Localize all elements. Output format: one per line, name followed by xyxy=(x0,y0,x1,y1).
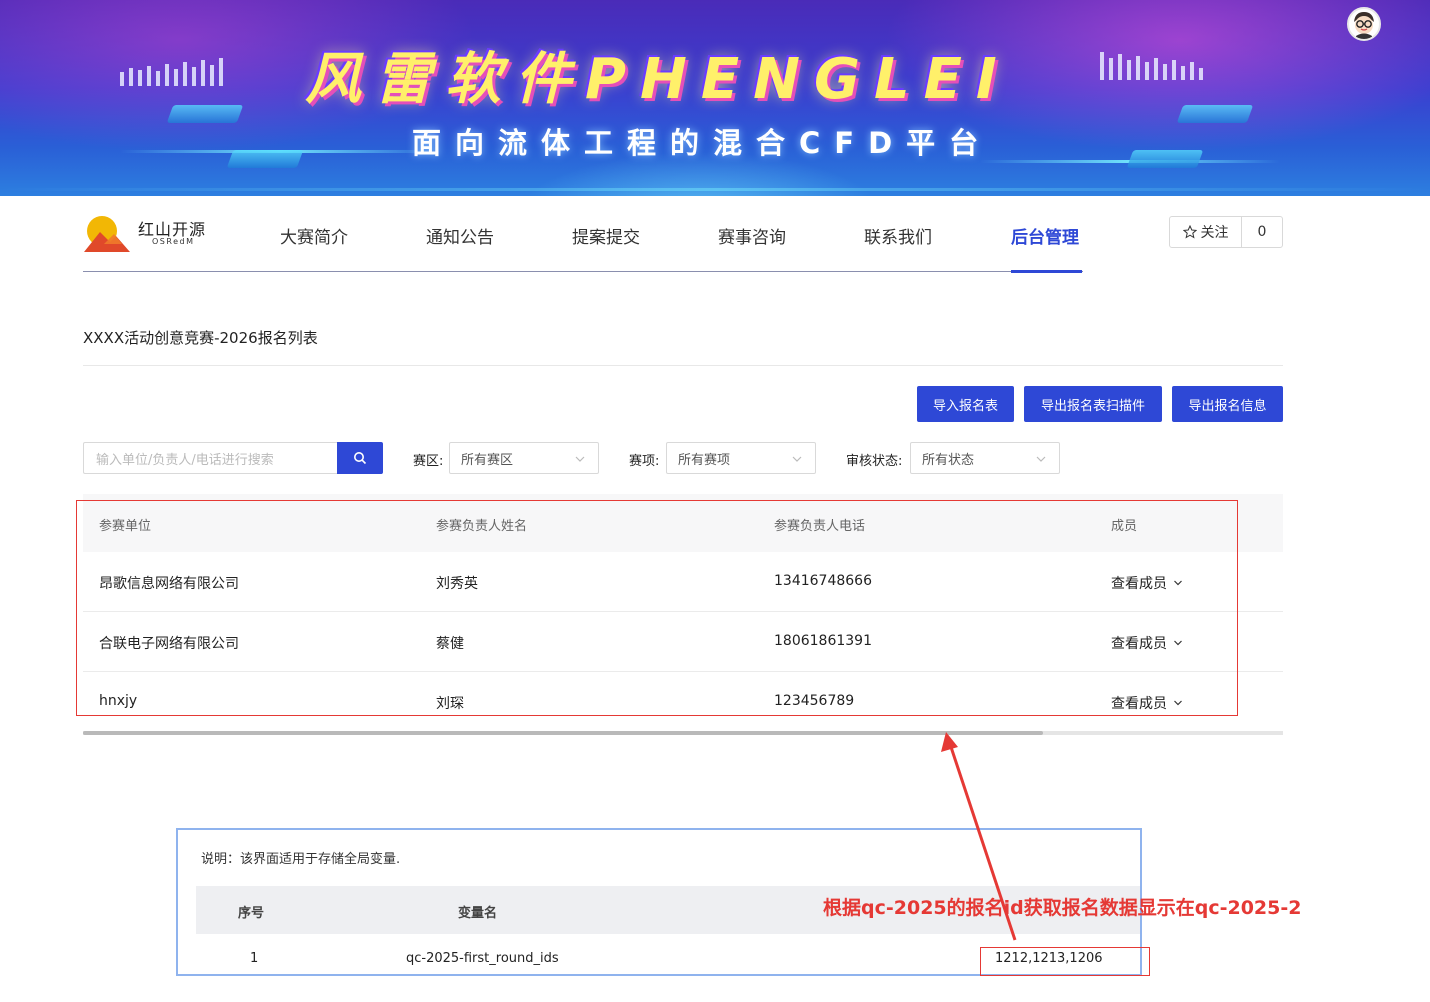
name-cell: 刘琛 xyxy=(436,696,464,712)
site-logo[interactable]: 红山开源 OSRedM xyxy=(84,214,214,254)
export-scan-button[interactable]: 导出报名表扫描件 xyxy=(1024,386,1162,422)
annotation-text: 根据qc-2025的报名id获取报名数据显示在qc-2025-2 xyxy=(823,897,1302,919)
event-select-value: 所有赛项 xyxy=(678,452,731,468)
chevron-down-icon xyxy=(1174,700,1182,706)
search-icon xyxy=(354,452,367,465)
table-row: 昂歌信息网络有限公司 刘秀英 13416748666 查看成员 xyxy=(83,552,1283,612)
chevron-down-icon xyxy=(1036,456,1046,462)
logo-subtitle: OSRedM xyxy=(152,237,195,246)
nav-item-intro[interactable]: 大赛简介 xyxy=(280,223,348,248)
chevron-down-icon xyxy=(575,456,585,462)
banner-panel xyxy=(1126,150,1204,168)
title-divider xyxy=(83,365,1283,366)
org-cell: hnxjy xyxy=(99,693,138,709)
chevron-down-icon xyxy=(1174,640,1182,646)
table-row: hnxjy 刘琛 123456789 查看成员 xyxy=(83,672,1283,732)
column-header-variable: 变量名 xyxy=(458,906,498,921)
chevron-down-icon xyxy=(792,456,802,462)
scrollbar-thumb[interactable] xyxy=(83,731,1043,735)
export-info-button[interactable]: 导出报名信息 xyxy=(1172,386,1283,422)
search-input[interactable]: 输入单位/负责人/电话进行搜索 xyxy=(83,442,338,474)
nav-item-submit[interactable]: 提案提交 xyxy=(572,223,640,248)
banner-bars xyxy=(120,58,223,86)
column-header-phone: 参赛负责人电话 xyxy=(774,519,866,534)
phone-cell: 18061861391 xyxy=(774,633,872,649)
view-members-link[interactable]: 查看成员 xyxy=(1111,693,1183,713)
hero-banner: 风雷软件PHENGLEI 面向流体工程的混合CFD平台 xyxy=(0,0,1430,196)
variable-name-cell: qc-2025-first_round_ids xyxy=(406,951,559,966)
status-select-value: 所有状态 xyxy=(922,452,975,468)
view-members-label: 查看成员 xyxy=(1111,576,1167,592)
column-header-name: 参赛负责人姓名 xyxy=(436,519,528,534)
star-icon xyxy=(1182,225,1197,239)
user-avatar-icon[interactable] xyxy=(1347,7,1381,41)
org-cell: 昂歌信息网络有限公司 xyxy=(99,576,239,592)
column-header-index: 序号 xyxy=(238,906,265,921)
name-cell: 蔡健 xyxy=(436,636,464,652)
status-select[interactable]: 所有状态 xyxy=(910,442,1060,474)
follow-button[interactable]: 关注 xyxy=(1170,217,1242,247)
follow-label: 关注 xyxy=(1200,225,1229,241)
page-title: XXXX活动创意竞赛-2026报名列表 xyxy=(83,329,318,347)
banner-bars xyxy=(1100,52,1203,80)
follow-count: 0 xyxy=(1257,224,1267,240)
org-cell: 合联电子网络有限公司 xyxy=(99,636,239,652)
banner-title: 风雷软件PHENGLEI xyxy=(305,47,1011,112)
site-header: 红山开源 OSRedM 大赛简介 通知公告 提案提交 赛事咨询 联系我们 后台管… xyxy=(0,196,1430,276)
import-button[interactable]: 导入报名表 xyxy=(917,386,1014,422)
banner-panel xyxy=(1176,105,1254,123)
status-filter-label: 审核状态: xyxy=(846,454,903,469)
table-row: 合联电子网络有限公司 蔡健 18061861391 查看成员 xyxy=(83,612,1283,672)
view-members-label: 查看成员 xyxy=(1111,636,1167,652)
column-header-org: 参赛单位 xyxy=(99,519,152,534)
nav-item-notices[interactable]: 通知公告 xyxy=(426,223,494,248)
variable-index-cell: 1 xyxy=(250,951,259,966)
event-filter-label: 赛项: xyxy=(629,454,660,469)
nav-item-consult[interactable]: 赛事咨询 xyxy=(718,223,786,248)
event-select[interactable]: 所有赛项 xyxy=(666,442,816,474)
view-members-link[interactable]: 查看成员 xyxy=(1111,573,1183,593)
follow-widget: 关注 0 xyxy=(1169,216,1283,248)
banner-light-streak xyxy=(0,188,1430,191)
phone-cell: 123456789 xyxy=(774,693,855,709)
phone-cell: 13416748666 xyxy=(774,573,872,589)
chevron-down-icon xyxy=(1174,580,1182,586)
search-button[interactable] xyxy=(337,442,383,474)
nav-active-indicator xyxy=(1011,270,1082,273)
variables-note: 说明：该界面适用于存储全局变量. xyxy=(201,852,401,867)
view-members-label: 查看成员 xyxy=(1111,696,1167,712)
banner-subtitle: 面向流体工程的混合CFD平台 xyxy=(412,126,993,160)
name-cell: 刘秀英 xyxy=(436,576,478,592)
view-members-link[interactable]: 查看成员 xyxy=(1111,633,1183,653)
nav-item-admin[interactable]: 后台管理 xyxy=(1011,223,1079,248)
nav-divider xyxy=(83,271,1083,272)
zone-filter-label: 赛区: xyxy=(413,454,444,469)
table-header: 参赛单位 参赛负责人姓名 参赛负责人电话 成员 xyxy=(83,494,1283,552)
variable-value-cell: 1212,1213,1206 xyxy=(995,951,1103,966)
zone-select-value: 所有赛区 xyxy=(461,452,514,468)
registration-table: 参赛单位 参赛负责人姓名 参赛负责人电话 成员 昂歌信息网络有限公司 刘秀英 1… xyxy=(83,494,1283,732)
column-header-members: 成员 xyxy=(1111,519,1138,534)
nav-item-contact[interactable]: 联系我们 xyxy=(864,223,932,248)
logo-mark-icon xyxy=(84,216,130,252)
banner-panel xyxy=(166,105,244,123)
zone-select[interactable]: 所有赛区 xyxy=(449,442,599,474)
banner-panel xyxy=(226,150,304,168)
